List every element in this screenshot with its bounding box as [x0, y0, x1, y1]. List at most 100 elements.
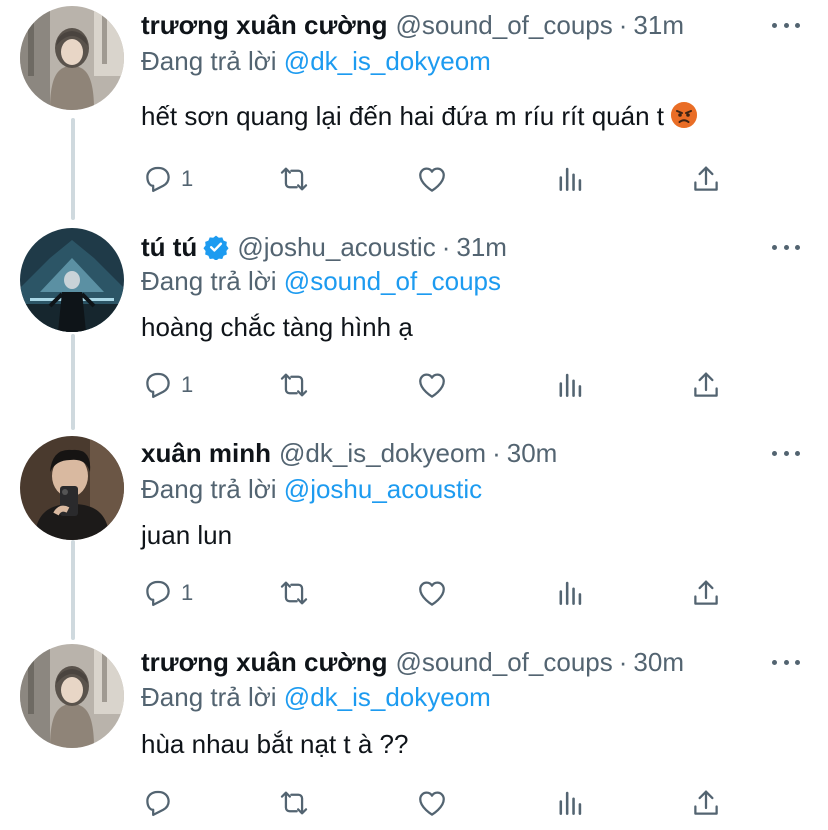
action-bar: 1 — [141, 162, 761, 196]
avatar[interactable] — [20, 6, 124, 110]
thread-line — [71, 540, 75, 640]
reply-button[interactable] — [141, 786, 181, 820]
more-options-icon[interactable] — [772, 21, 800, 29]
reply-mention-link[interactable]: @dk_is_dokyeom — [284, 682, 491, 712]
thread-line — [71, 118, 75, 220]
avatar-photo — [20, 644, 124, 748]
retweet-icon — [277, 162, 311, 196]
replying-to-label: Đang trả lời — [141, 474, 277, 504]
author-handle[interactable]: @joshu_acoustic — [237, 232, 435, 262]
timestamp[interactable]: 31m — [456, 232, 507, 262]
avatar[interactable] — [20, 436, 124, 540]
heart-icon — [415, 786, 449, 820]
tweet-text: hoàng chắc tàng hình ạ — [141, 311, 413, 343]
retweet-button[interactable] — [277, 162, 311, 196]
replying-to-label: Đang trả lời — [141, 682, 277, 712]
tweet-text-content: hoàng chắc tàng hình ạ — [141, 312, 413, 342]
heart-icon — [415, 162, 449, 196]
author-name[interactable]: xuân minh — [141, 438, 271, 468]
timestamp[interactable]: 30m — [507, 438, 558, 468]
share-icon — [689, 368, 723, 402]
author-handle[interactable]: @sound_of_coups — [396, 10, 613, 40]
views-button[interactable] — [553, 576, 587, 610]
timestamp[interactable]: 30m — [633, 647, 684, 677]
like-button[interactable] — [415, 162, 449, 196]
tweet-text: hết sơn quang lại đến hai đứa m ríu rít … — [141, 100, 698, 136]
reply-icon — [141, 786, 175, 820]
separator: · — [492, 438, 501, 468]
stats-icon — [553, 786, 587, 820]
retweet-button[interactable] — [277, 576, 311, 610]
action-bar: 1 — [141, 368, 761, 402]
share-icon — [689, 162, 723, 196]
reply-button[interactable]: 1 — [141, 162, 193, 196]
share-button[interactable] — [689, 162, 723, 196]
author-name[interactable]: trương xuân cường — [141, 647, 388, 677]
reply-mention-link[interactable]: @dk_is_dokyeom — [284, 46, 491, 76]
reply-mention-link[interactable]: @joshu_acoustic — [284, 474, 482, 504]
more-options-icon[interactable] — [772, 658, 800, 666]
share-button[interactable] — [689, 786, 723, 820]
views-button[interactable] — [553, 368, 587, 402]
stats-icon — [553, 162, 587, 196]
tweet-header: xuân minh @dk_is_dokyeom · 30m — [141, 438, 557, 468]
retweet-icon — [277, 576, 311, 610]
verified-badge-icon — [203, 234, 229, 261]
avatar[interactable] — [20, 228, 124, 332]
replying-to: Đang trả lời @dk_is_dokyeom — [141, 46, 491, 76]
tweet-text-content: juan lun — [141, 520, 233, 550]
tweet-header: tú tú @joshu_acoustic · 31m — [141, 232, 507, 262]
share-icon — [689, 786, 723, 820]
action-bar: 1 — [141, 576, 761, 610]
share-button[interactable] — [689, 368, 723, 402]
reply-icon — [141, 576, 175, 610]
timestamp[interactable]: 31m — [633, 10, 684, 40]
action-bar — [141, 786, 761, 820]
reply-count: 1 — [181, 166, 194, 191]
views-button[interactable] — [553, 786, 587, 820]
retweet-button[interactable] — [277, 368, 311, 402]
reply-count: 1 — [181, 372, 194, 397]
replying-to-label: Đang trả lời — [141, 266, 277, 296]
views-button[interactable] — [553, 162, 587, 196]
tweet-header: trương xuân cường @sound_of_coups · 30m — [141, 647, 684, 677]
author-name[interactable]: trương xuân cường — [141, 10, 388, 40]
avatar[interactable] — [20, 644, 124, 748]
share-icon — [689, 576, 723, 610]
reply-mention-link[interactable]: @sound_of_coups — [284, 266, 501, 296]
avatar-photo — [20, 6, 124, 110]
stats-icon — [553, 368, 587, 402]
separator: · — [441, 232, 451, 262]
tweet-text: juan lun — [141, 519, 232, 551]
author-name[interactable]: tú tú — [141, 232, 197, 262]
tweet-text-content: hết sơn quang lại đến hai đứa m ríu rít … — [141, 101, 664, 131]
reply-button[interactable]: 1 — [141, 576, 193, 610]
separator: · — [618, 10, 628, 40]
stats-icon — [553, 576, 587, 610]
author-handle[interactable]: @sound_of_coups — [396, 647, 613, 677]
angry-face-icon — [670, 101, 698, 136]
reply-button[interactable]: 1 — [141, 368, 193, 402]
share-button[interactable] — [689, 576, 723, 610]
tweet-text: hùa nhau bắt nạt t à ?? — [141, 728, 408, 760]
reply-icon — [141, 162, 175, 196]
avatar-photo — [20, 436, 124, 540]
like-button[interactable] — [415, 368, 449, 402]
more-options-icon[interactable] — [772, 449, 800, 457]
like-button[interactable] — [415, 576, 449, 610]
replying-to-label: Đang trả lời — [141, 46, 277, 76]
replying-to: Đang trả lời @dk_is_dokyeom — [141, 682, 491, 712]
like-button[interactable] — [415, 786, 449, 820]
retweet-button[interactable] — [277, 786, 311, 820]
author-handle[interactable]: @dk_is_dokyeom — [279, 438, 486, 468]
tweet-header: trương xuân cường @sound_of_coups · 31m — [141, 10, 684, 40]
separator: · — [618, 647, 628, 677]
retweet-icon — [277, 368, 311, 402]
heart-icon — [415, 576, 449, 610]
replying-to: Đang trả lời @joshu_acoustic — [141, 474, 482, 504]
more-options-icon[interactable] — [772, 243, 800, 251]
replying-to: Đang trả lời @sound_of_coups — [141, 266, 501, 296]
retweet-icon — [277, 786, 311, 820]
heart-icon — [415, 368, 449, 402]
reply-count: 1 — [181, 580, 194, 605]
